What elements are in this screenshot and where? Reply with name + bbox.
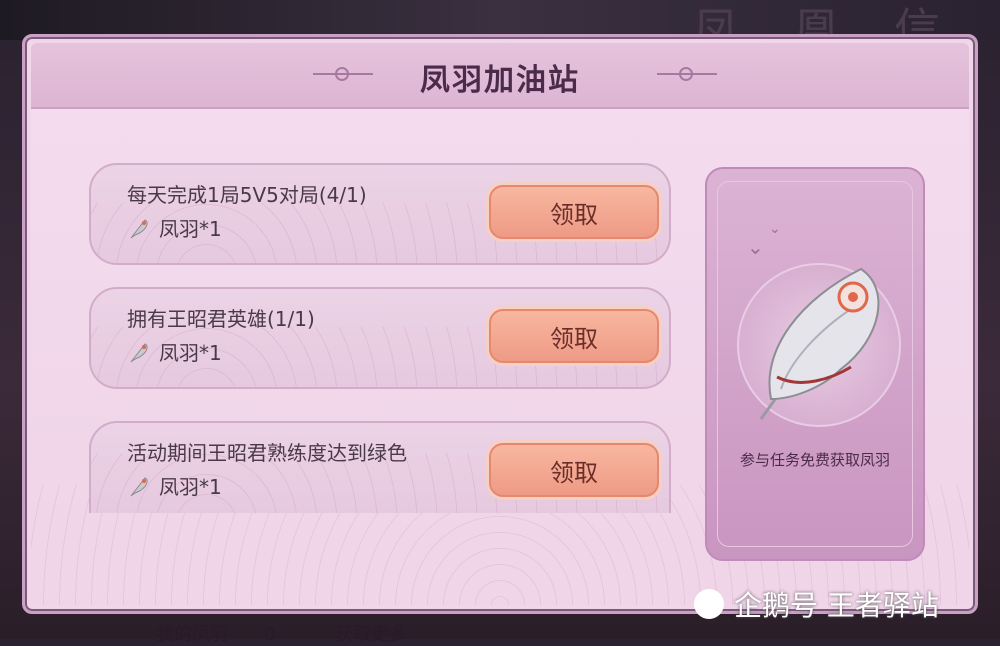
title-bar: 凤羽加油站 xyxy=(31,43,969,109)
reward-text: 凤羽*1 xyxy=(159,341,222,365)
task-name: 活动期间王昭君熟练度达到绿色 xyxy=(127,441,407,465)
feather-icon xyxy=(127,474,151,498)
bird-icon: ⌄ xyxy=(769,221,781,237)
penguin-icon xyxy=(694,589,724,619)
side-caption: 参与任务免费获取凤羽 xyxy=(739,451,890,469)
task-name: 每天完成1局5V5对局(4/1) xyxy=(127,183,367,207)
claim-button[interactable]: 领取 xyxy=(489,443,659,497)
claim-button[interactable]: 领取 xyxy=(489,185,659,239)
page-title: 凤羽加油站 xyxy=(420,63,580,98)
task-reward: 凤羽*1 xyxy=(127,213,222,242)
title-ornament-right xyxy=(657,67,717,81)
task-card: 活动期间王昭君熟练度达到绿色 凤羽*1 领取 xyxy=(89,421,671,513)
claim-button[interactable]: 领取 xyxy=(489,309,659,363)
feather-icon xyxy=(759,267,880,420)
reward-text: 凤羽*1 xyxy=(159,217,222,241)
task-name: 拥有王昭君英雄(1/1) xyxy=(127,307,315,331)
event-panel: 凤羽加油站 每天完成1局5V5对局(4/1) 凤羽*1 领取 拥有王昭君英雄(1… xyxy=(22,34,978,614)
watermark-text: 企鹅号 王者驿站 xyxy=(734,589,939,622)
feather-showcase: ⌄ ⌄ 参与任务免费获取凤羽 xyxy=(705,167,925,561)
feather-icon xyxy=(127,340,151,364)
watermark: 企鹅号 王者驿站 xyxy=(694,584,939,624)
reward-text: 凤羽*1 xyxy=(159,475,222,499)
task-card: 拥有王昭君英雄(1/1) 凤羽*1 领取 xyxy=(89,287,671,389)
my-feather-label: 我的凤羽 xyxy=(156,624,228,645)
task-reward: 凤羽*1 xyxy=(127,471,222,500)
feather-icon xyxy=(127,216,151,240)
footer-bar: 我的凤羽 0 获取更多 xyxy=(156,620,407,646)
feather-count: 0 xyxy=(263,624,276,645)
task-card: 每天完成1局5V5对局(4/1) 凤羽*1 领取 xyxy=(89,163,671,265)
task-reward: 凤羽*1 xyxy=(127,337,222,366)
get-more-link[interactable]: 获取更多 xyxy=(335,624,407,645)
